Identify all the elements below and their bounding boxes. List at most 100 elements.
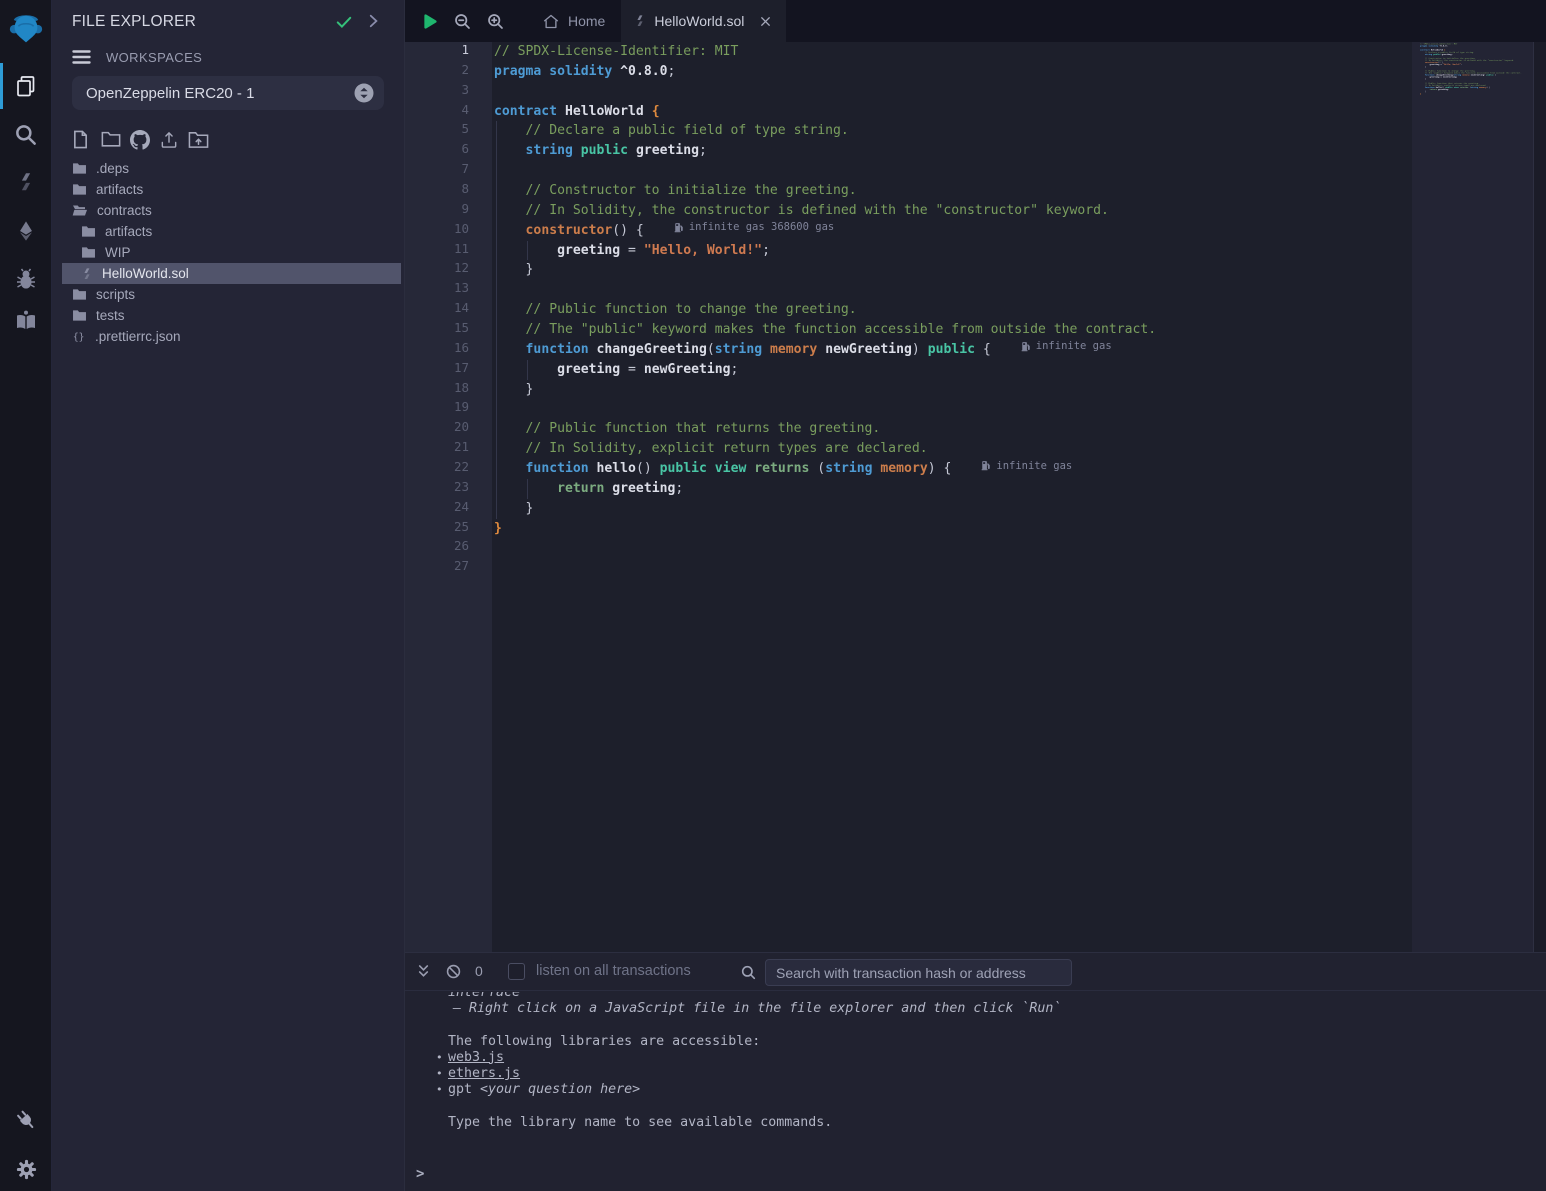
code-line: // In Solidity, the constructor is defin… — [492, 201, 1407, 221]
terminal-panel: 0 listen on all transactions interface– … — [405, 952, 1546, 1191]
remix-logo-icon[interactable] — [0, 8, 52, 54]
sidebar-item-deploy-and-run[interactable] — [0, 217, 52, 245]
sidebar-item-search[interactable] — [0, 121, 52, 149]
tree-item-label: tests — [96, 308, 125, 323]
run-button[interactable] — [413, 0, 446, 42]
close-tab-icon[interactable] — [758, 14, 773, 29]
workspaces-menu-icon[interactable] — [72, 49, 91, 65]
tree-item-.prettierrc.json[interactable]: {}.prettierrc.json — [52, 326, 404, 347]
terminal-link[interactable]: ethers.js — [448, 1066, 520, 1081]
terminal-search-input[interactable] — [765, 959, 1072, 986]
zoom-in-button[interactable] — [479, 0, 512, 42]
line-number: 1 — [405, 42, 492, 62]
tree-item-WIP[interactable]: WIP — [52, 242, 404, 263]
code-area[interactable]: // SPDX-License-Identifier: MITpragma so… — [492, 42, 1407, 952]
code-line: return greeting; — [492, 479, 1407, 499]
upload-file-icon[interactable] — [159, 130, 178, 149]
code-line: // Constructor to initialize the greetin… — [492, 181, 1407, 201]
tree-item-.deps[interactable]: .deps — [52, 158, 404, 179]
terminal-line: Type the library name to see available c… — [448, 1115, 1546, 1131]
line-number: 23 — [405, 479, 492, 499]
json-icon: {} — [72, 330, 86, 343]
terminal-line — [448, 1017, 1546, 1033]
editor-tab-bar: Home HelloWorld.sol — [405, 0, 1546, 42]
line-number: 5 — [405, 121, 492, 141]
code-line: greeting = "Hello, World!"; — [492, 241, 1407, 261]
line-number: 11 — [405, 241, 492, 261]
line-number: 17 — [405, 360, 492, 380]
plugin-manager-icon[interactable] — [0, 1106, 52, 1134]
folder-icon — [72, 183, 87, 196]
zoom-out-button[interactable] — [446, 0, 479, 42]
code-line — [492, 161, 1407, 181]
minimap-content: // SPDX-License-Identifier: MITpragma so… — [1420, 43, 1543, 99]
line-number: 7 — [405, 161, 492, 181]
tab-Home[interactable]: Home — [526, 0, 621, 42]
line-number: 26 — [405, 538, 492, 558]
tree-item-contracts[interactable]: contracts — [52, 200, 404, 221]
line-number: 20 — [405, 419, 492, 439]
tree-item-artifacts[interactable]: artifacts — [52, 179, 404, 200]
code-line: // Public function that returns the gree… — [492, 419, 1407, 439]
tree-item-HelloWorld.sol[interactable]: HelloWorld.sol — [52, 263, 404, 284]
line-number: 13 — [405, 280, 492, 300]
tree-item-scripts[interactable]: scripts — [52, 284, 404, 305]
clear-console-icon[interactable] — [445, 963, 462, 980]
code-line: // The "public" keyword makes the functi… — [492, 320, 1407, 340]
code-line: greeting = newGreeting; — [492, 360, 1407, 380]
code-line: // SPDX-License-Identifier: MIT — [492, 42, 1407, 62]
folder-icon — [72, 288, 87, 301]
listen-transactions-label: listen on all transactions — [536, 963, 691, 979]
code-line: } — [492, 260, 1407, 280]
minimap[interactable]: // SPDX-License-Identifier: MITpragma so… — [1412, 42, 1533, 952]
tree-item-artifacts[interactable]: artifacts — [52, 221, 404, 242]
gas-estimate-badge: infinite gas — [981, 460, 1072, 472]
line-number: 3 — [405, 82, 492, 102]
code-line — [492, 399, 1407, 419]
panel-title: FILE EXPLORER — [72, 13, 196, 31]
editor-gutter: 1234567891011121314151617181920212223242… — [405, 42, 492, 952]
line-number: 27 — [405, 558, 492, 578]
terminal-link[interactable]: web3.js — [448, 1050, 504, 1065]
new-folder-icon[interactable] — [101, 130, 120, 149]
line-number: 6 — [405, 141, 492, 161]
terminal-line: interface — [448, 992, 1546, 1001]
terminal-line: •ethers.js — [448, 1066, 1546, 1082]
code-line — [492, 558, 1407, 578]
chevron-right-icon[interactable] — [364, 12, 382, 30]
settings-icon[interactable] — [0, 1155, 52, 1183]
workspace-select[interactable]: OpenZeppelin ERC20 - 1 — [72, 76, 384, 110]
tree-item-label: artifacts — [96, 182, 143, 197]
upload-folder-icon[interactable] — [188, 130, 207, 149]
solidity-file-icon — [81, 267, 93, 281]
code-line — [492, 280, 1407, 300]
workspace-selected-value: OpenZeppelin ERC20 - 1 — [86, 85, 354, 102]
svg-text:{}: {} — [73, 332, 85, 343]
line-number: 21 — [405, 439, 492, 459]
scrollbar-track[interactable] — [1533, 42, 1546, 952]
code-line: function hello() public view returns (st… — [492, 459, 1407, 479]
new-file-icon[interactable] — [72, 130, 91, 149]
expand-terminal-icon[interactable] — [415, 963, 432, 980]
tab-HelloWorld.sol[interactable]: HelloWorld.sol — [621, 0, 786, 42]
workspace-updown-icon[interactable] — [354, 83, 374, 103]
tab-label: HelloWorld.sol — [654, 13, 744, 29]
file-explorer-panel: FILE EXPLORER WORKSPACES OpenZeppelin ER… — [52, 0, 405, 1191]
sidebar-item-solidity-compiler[interactable] — [0, 168, 52, 196]
sidebar-item-learn[interactable] — [0, 307, 52, 335]
line-number: 9 — [405, 201, 492, 221]
tree-item-tests[interactable]: tests — [52, 305, 404, 326]
code-line: } — [492, 380, 1407, 400]
code-line: contract HelloWorld { — [492, 102, 1407, 122]
terminal-line: The following libraries are accessible: — [448, 1034, 1546, 1050]
line-number: 25 — [405, 519, 492, 539]
listen-transactions-checkbox[interactable] — [508, 963, 525, 980]
workspaces-label: WORKSPACES — [106, 50, 202, 65]
publish-to-gist-icon[interactable] — [130, 130, 149, 149]
line-number: 16 — [405, 340, 492, 360]
code-line — [492, 538, 1407, 558]
sidebar-item-file-explorer[interactable] — [0, 72, 52, 100]
sidebar-item-debugger[interactable] — [0, 265, 52, 293]
editor-area: HomeHelloWorld.sol 123456789101112131415… — [405, 0, 1546, 952]
accept-check-icon[interactable] — [334, 12, 354, 32]
